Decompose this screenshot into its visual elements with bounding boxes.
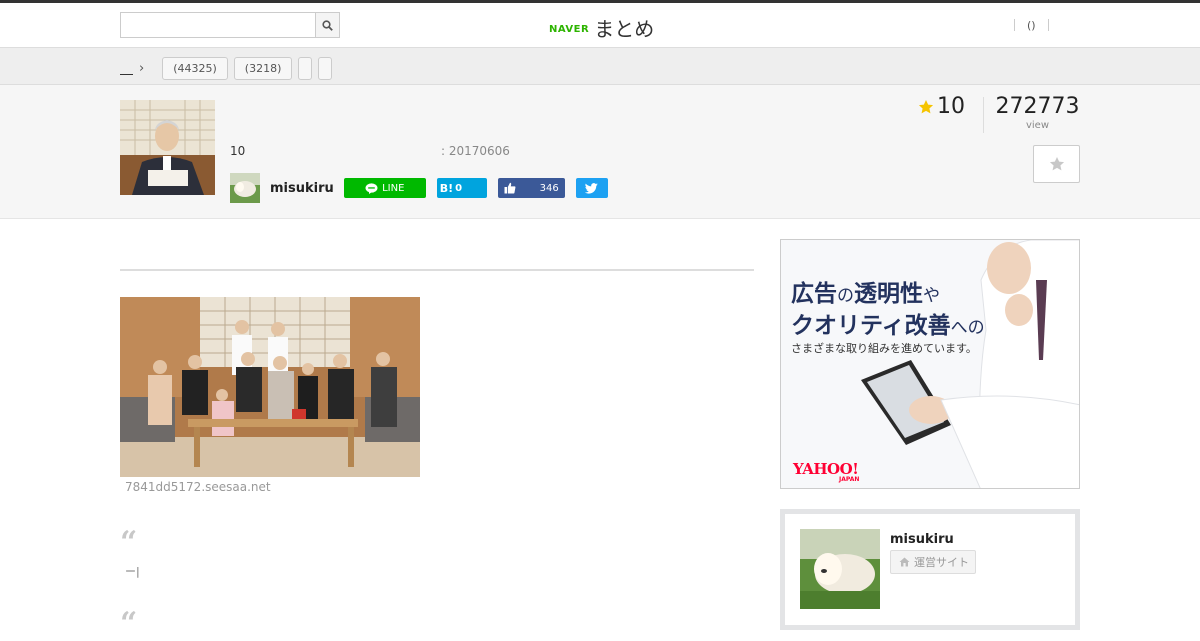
- author-row: misukiru LINE B! 0 346: [230, 173, 619, 203]
- category-bar: › (44325) (3218): [0, 48, 1200, 85]
- twitter-share-button[interactable]: [575, 178, 608, 198]
- tag-chip[interactable]: (44325): [162, 57, 228, 80]
- search-input[interactable]: [120, 12, 316, 38]
- ad-headline-2: クオリティ改善への: [791, 313, 985, 339]
- breadcrumb-home[interactable]: [120, 63, 133, 75]
- rating: 10: [918, 94, 965, 119]
- article-summary: 10 : 20170606 misukiru LINE B! 0 346 10 …: [0, 85, 1200, 219]
- breadcrumb: › (44325) (3218): [120, 57, 333, 80]
- matome-wordmark: まとめ: [594, 17, 655, 41]
- author-name[interactable]: misukiru: [270, 181, 334, 196]
- image-source-link[interactable]: 7841dd5172.seesaa.net: [125, 480, 271, 494]
- site-logo[interactable]: NAVER まとめ: [549, 13, 654, 42]
- line-icon: [365, 182, 378, 194]
- facebook-like-count: 346: [539, 182, 559, 194]
- quote-open-icon: “: [120, 606, 138, 641]
- line-share-label: LINE: [382, 182, 405, 194]
- favorite-count: 10: [230, 144, 246, 158]
- view-counter: 272773 view: [995, 93, 1080, 131]
- tag-chip[interactable]: (3218): [233, 57, 293, 80]
- hatena-count: 0: [455, 182, 463, 194]
- line-share-button[interactable]: LINE: [343, 178, 426, 198]
- menu-divider: [1047, 19, 1049, 31]
- hatena-icon: B!: [439, 181, 454, 195]
- search-button[interactable]: [316, 12, 340, 38]
- naver-wordmark: NAVER: [549, 23, 590, 35]
- favorite-button[interactable]: [1033, 145, 1080, 183]
- chevron-right-icon: ›: [139, 61, 145, 76]
- tag-chip[interactable]: [298, 57, 313, 80]
- rating-count: 10: [937, 94, 965, 119]
- site-header: NAVER まとめ (): [0, 3, 1200, 48]
- profile-name[interactable]: misukiru: [890, 532, 954, 547]
- operating-site-label: 運営サイト: [914, 556, 969, 569]
- home-icon: [899, 557, 910, 567]
- operating-site-button[interactable]: 運営サイト: [890, 550, 976, 574]
- article-thumbnail[interactable]: [120, 100, 215, 195]
- hatena-bookmark-button[interactable]: B! 0: [436, 178, 487, 198]
- yahoo-japan-logo-sub: JAPAN: [839, 476, 860, 483]
- view-label: view: [1025, 120, 1050, 131]
- search-icon: [322, 19, 333, 31]
- author-avatar[interactable]: [230, 173, 260, 203]
- tag-chip[interactable]: [318, 57, 333, 80]
- facebook-like-button[interactable]: 346: [497, 178, 565, 198]
- header-user-menu: (): [1014, 17, 1049, 33]
- twitter-bird-icon: [585, 182, 599, 194]
- profile-avatar[interactable]: [800, 529, 880, 609]
- star-outline-icon: [1049, 157, 1064, 171]
- header-menu-item[interactable]: (): [1015, 19, 1048, 32]
- stats-divider: [983, 97, 984, 133]
- advertisement-banner[interactable]: 広告の透明性や クオリティ改善への さまざまな取り組みを進めています。 YAHO…: [780, 239, 1080, 489]
- article-image[interactable]: [120, 297, 420, 477]
- ad-headline-1: 広告の透明性や: [791, 281, 940, 307]
- content-divider: [120, 269, 754, 271]
- update-date: : 20170606: [441, 144, 510, 158]
- ad-subtext: さまざまな取り組みを進めています。: [791, 342, 977, 355]
- author-profile-card: misukiru 運営サイト: [780, 509, 1080, 630]
- quote-text: ー|: [125, 565, 140, 578]
- quote-open-icon: “: [120, 525, 138, 560]
- star-icon: [918, 99, 934, 113]
- view-count: 272773: [995, 94, 1080, 119]
- thumbs-up-icon: [504, 182, 516, 194]
- search-bar: [120, 12, 340, 38]
